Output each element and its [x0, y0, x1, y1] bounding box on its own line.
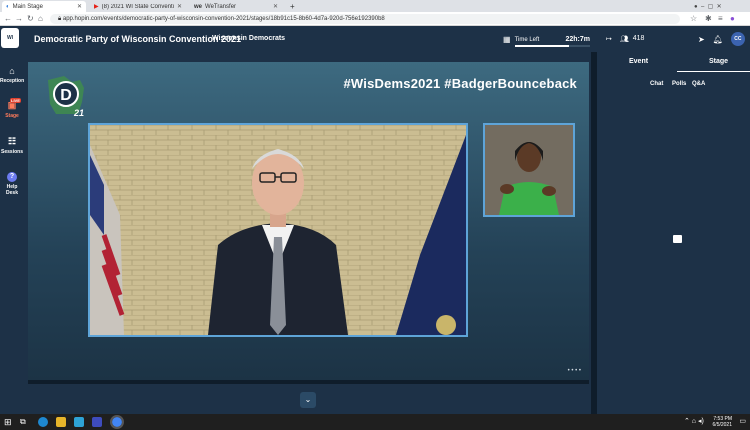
- close-icon[interactable]: ✕: [177, 3, 182, 10]
- svg-text:D: D: [60, 87, 72, 104]
- people-icon: 👥︎: [619, 36, 629, 43]
- time-left-value: 22h:7m: [565, 36, 590, 43]
- header-actions: ➤ 🔔︎ CC: [698, 32, 745, 46]
- attendee-count: 418: [632, 35, 645, 42]
- windows-taskbar: ⊞ ⧉ ⌃ ⌂ ◂) 7:53 PM 6/5/2021 ▭: [0, 414, 750, 430]
- new-tab-button[interactable]: +: [286, 1, 298, 12]
- attendee-indicator[interactable]: ↦ 👥︎ 418: [606, 35, 644, 43]
- system-tray-icons[interactable]: ⌃ ⌂ ◂): [684, 417, 704, 425]
- chevron-down-icon[interactable]: ⌄: [300, 392, 316, 408]
- time-progress-fill: [515, 45, 569, 47]
- subtab-chat[interactable]: Chat: [650, 81, 663, 87]
- file-explorer-icon[interactable]: [56, 417, 66, 427]
- wisconsin-dems-logo: D 21: [48, 76, 84, 118]
- menu-icon[interactable]: ≡: [718, 14, 723, 24]
- profile-icon[interactable]: ●: [730, 14, 735, 24]
- help-icon: ?: [7, 172, 17, 182]
- premiere-icon[interactable]: [92, 417, 102, 427]
- wetransfer-icon: we: [194, 3, 203, 10]
- stage-hashtags: #WisDems2021 #BadgerBounceback: [343, 76, 577, 91]
- organizer-name[interactable]: Wisconsin Democrats: [212, 35, 285, 42]
- app-header: WI DEMS Democratic Party of Wisconsin Co…: [0, 26, 750, 61]
- hopin-tab-icon: ◐: [6, 3, 10, 10]
- right-panel: Event Stage Chat Polls Q&A: [597, 52, 750, 414]
- url-input[interactable]: 🔒︎ app.hopin.com/events/democratic-party…: [50, 14, 680, 24]
- time-left-label: Time Left: [514, 36, 540, 43]
- lock-icon: 🔒︎: [58, 16, 62, 22]
- chat-icon[interactable]: [673, 235, 682, 243]
- home-icon: ⌂: [9, 66, 15, 76]
- event-logo[interactable]: WI DEMS: [1, 28, 19, 61]
- left-nav: ⌂ Reception LIVE ▣ Stage ☷ Sessions ? He…: [0, 52, 24, 414]
- stage-video-area[interactable]: D 21 #WisDems2021 #BadgerBounceback • • …: [28, 62, 589, 380]
- tab-youtube[interactable]: ▶ (8) 2021 WI State Convention ✕: [90, 1, 186, 12]
- active-tab-indicator: [677, 71, 750, 72]
- browser-tab-bar: ◐ Main Stage ✕ ▶ (8) 2021 WI State Conve…: [0, 0, 750, 12]
- nav-item-help-desk[interactable]: ? Help Desk: [0, 172, 24, 196]
- avatar[interactable]: CC: [730, 32, 745, 46]
- sessions-icon: ☷: [7, 136, 17, 146]
- taskbar-clock: 7:53 PM 6/5/2021: [712, 416, 732, 428]
- nav-item-sessions[interactable]: ☷ Sessions: [0, 136, 24, 155]
- forward-icon[interactable]: →: [15, 14, 23, 24]
- exit-icon[interactable]: ↦: [606, 35, 612, 43]
- bell-icon[interactable]: 🔔︎: [713, 35, 723, 44]
- close-icon[interactable]: ✕: [273, 3, 278, 10]
- notifications-icon[interactable]: ▭: [739, 417, 746, 425]
- browser-address-bar: ← → ↻ ⌂ 🔒︎ app.hopin.com/events/democrat…: [0, 12, 750, 26]
- window-controls[interactable]: ● – ▢ ✕: [690, 1, 726, 12]
- speaker-scene: [90, 125, 466, 335]
- nav-item-reception[interactable]: ⌂ Reception: [0, 66, 24, 84]
- time-left-timer: ▦ Time Left 22h:7m: [503, 32, 590, 47]
- close-icon[interactable]: ✕: [77, 3, 82, 10]
- send-icon[interactable]: ➤: [698, 35, 705, 44]
- subtab-qa[interactable]: Q&A: [692, 81, 705, 87]
- edge-icon[interactable]: [38, 417, 48, 427]
- interpreter-video[interactable]: [483, 123, 575, 217]
- live-badge: LIVE: [10, 98, 21, 103]
- interpreter-scene: [485, 125, 573, 215]
- extensions-icon[interactable]: ✱: [705, 14, 712, 24]
- star-icon[interactable]: ☆: [690, 14, 697, 24]
- subtab-polls[interactable]: Polls: [672, 81, 686, 87]
- tab-main-stage[interactable]: ◐ Main Stage ✕: [2, 1, 86, 12]
- nav-item-stage[interactable]: LIVE ▣ Stage: [0, 98, 24, 119]
- tab-wetransfer[interactable]: we WeTransfer ✕: [190, 1, 282, 12]
- reload-icon[interactable]: ↻: [27, 14, 34, 24]
- panel-tab-stage[interactable]: Stage: [709, 58, 728, 65]
- video-options-icon[interactable]: • • • •: [568, 368, 581, 374]
- main-speaker-video[interactable]: [88, 123, 468, 337]
- stage-bottom-bar: [28, 380, 589, 384]
- panel-tab-event[interactable]: Event: [629, 58, 648, 65]
- back-icon[interactable]: ←: [4, 14, 12, 24]
- calendar-icon: ▦: [503, 35, 511, 44]
- windows-start-icon[interactable]: ⊞: [4, 417, 14, 427]
- svg-text:21: 21: [73, 108, 84, 118]
- event-title: Democratic Party of Wisconsin Convention…: [34, 34, 241, 44]
- youtube-icon: ▶: [94, 4, 99, 10]
- chrome-icon[interactable]: [110, 415, 124, 429]
- home-browser-icon[interactable]: ⌂: [38, 14, 43, 24]
- store-icon[interactable]: [74, 417, 84, 427]
- time-progress-bar: [515, 45, 590, 47]
- task-view-icon[interactable]: ⧉: [20, 417, 30, 427]
